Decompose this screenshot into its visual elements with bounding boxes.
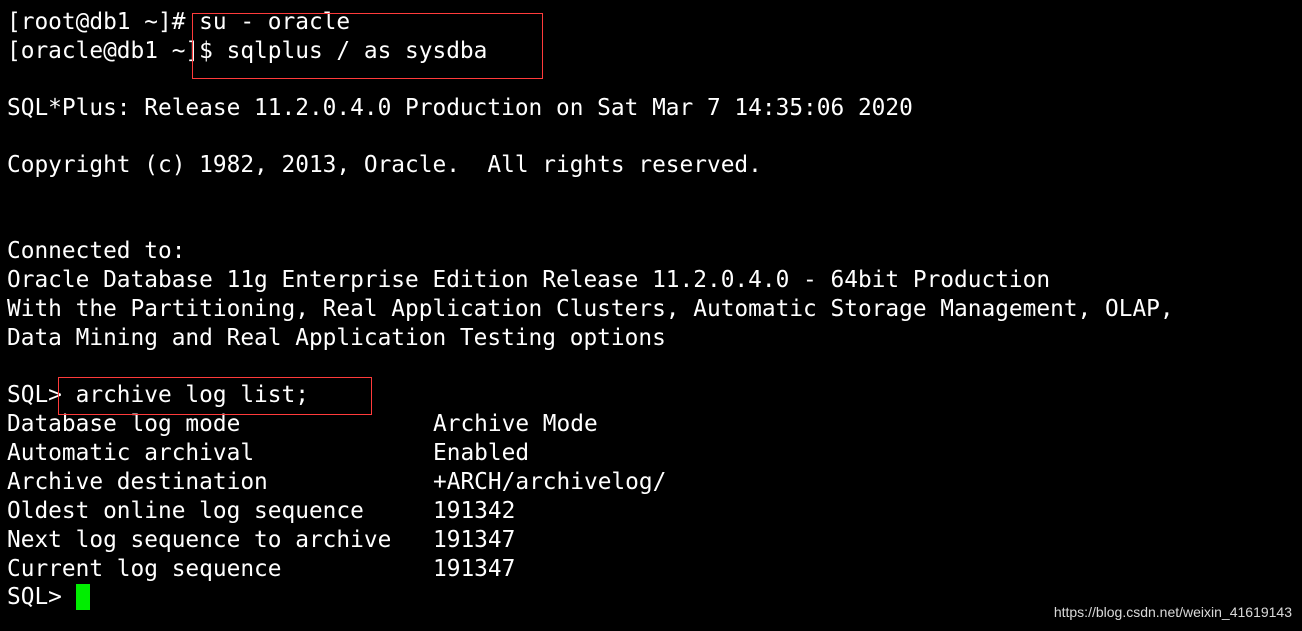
output-row: Archive destination +ARCH/archivelog/ [7,468,666,497]
terminal-window[interactable]: [root@db1 ~]# su - oracle [oracle@db1 ~]… [0,0,1302,631]
command-sqlplus: sqlplus / as sysdba [226,38,488,64]
terminal-line-current-prompt[interactable]: SQL> [7,583,90,612]
output-value: 191342 [433,498,516,524]
output-value: Archive Mode [433,411,598,437]
sql-prompt: SQL> [7,382,76,408]
output-value: 191347 [433,556,516,582]
output-row: Current log sequence 191347 [7,555,515,584]
output-row: Database log mode Archive Mode [7,410,598,439]
terminal-line-sqlplus: [oracle@db1 ~]$ sqlplus / as sysdba [7,37,487,66]
output-label: Database log mode [7,411,241,437]
output-value: 191347 [433,527,516,553]
copyright-line: Copyright (c) 1982, 2013, Oracle. All ri… [7,152,762,178]
command-su-oracle: su - oracle [199,9,351,35]
output-label: Automatic archival [7,440,255,466]
terminal-cursor[interactable] [75,584,90,610]
database-version-line: Oracle Database 11g Enterprise Edition R… [7,267,1051,293]
output-label: Archive destination [7,469,268,495]
output-value: Enabled [433,440,530,466]
output-label: Current log sequence [7,556,282,582]
sqlplus-banner: SQL*Plus: Release 11.2.0.4.0 Production … [7,95,913,121]
watermark: https://blog.csdn.net/weixin_41619143 [1053,604,1292,620]
options-line-2: Data Mining and Real Application Testing… [7,325,666,351]
terminal-line-su: [root@db1 ~]# su - oracle [7,8,350,37]
options-line-1: With the Partitioning, Real Application … [7,296,1174,322]
command-archive-log-list: archive log list; [75,382,309,408]
output-value: +ARCH/archivelog/ [433,469,667,495]
output-label: Oldest online log sequence [7,498,364,524]
output-row: Oldest online log sequence 191342 [7,497,515,526]
connected-to-line: Connected to: [7,238,186,264]
sql-prompt: SQL> [7,584,76,610]
output-row: Automatic archival Enabled [7,439,529,468]
shell-prompt-root: [root@db1 ~]# [7,9,200,35]
terminal-line-archive-cmd: SQL> archive log list; [7,381,309,410]
shell-prompt-oracle: [oracle@db1 ~]$ [7,38,227,64]
output-label: Next log sequence to archive [7,527,392,553]
output-row: Next log sequence to archive 191347 [7,526,515,555]
